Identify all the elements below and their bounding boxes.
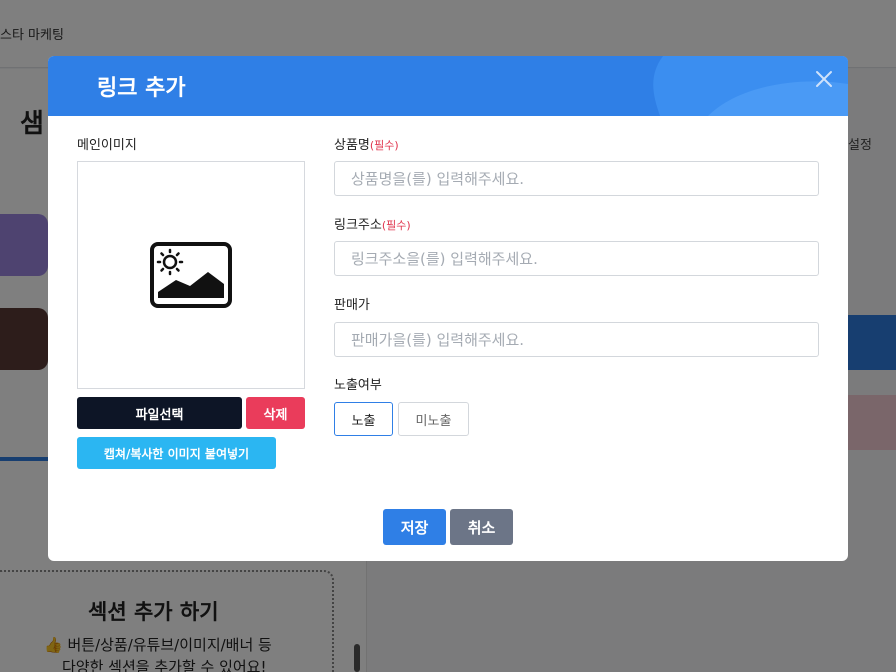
main-image-preview (77, 161, 305, 389)
link-add-modal: 링크 추가 메인이미지 파일선택 삭제 캡쳐/복사한 이미지 붙여넣기 상품명(… (48, 56, 848, 561)
product-name-input[interactable] (334, 161, 819, 196)
required-mark: (필수) (381, 219, 411, 232)
save-button[interactable]: 저장 (383, 509, 446, 545)
paste-image-button[interactable]: 캡쳐/복사한 이미지 붙여넣기 (77, 437, 276, 469)
required-mark: (필수) (369, 139, 399, 152)
modal-header: 링크 추가 (48, 56, 848, 116)
price-input[interactable] (334, 322, 819, 357)
delete-image-button[interactable]: 삭제 (246, 397, 305, 429)
close-icon[interactable] (812, 67, 836, 91)
link-url-input[interactable] (334, 241, 819, 276)
visibility-show-option[interactable]: 노출 (334, 402, 393, 436)
modal-title: 링크 추가 (97, 76, 186, 101)
visibility-hide-option[interactable]: 미노출 (398, 402, 469, 436)
product-name-label: 상품명(필수) (334, 134, 399, 153)
cancel-button[interactable]: 취소 (450, 509, 513, 545)
link-url-label: 링크주소(필수) (334, 214, 411, 233)
visibility-label: 노출여부 (334, 378, 382, 393)
price-label: 판매가 (334, 298, 370, 313)
image-placeholder-icon (150, 242, 232, 308)
main-image-label: 메인이미지 (77, 138, 137, 153)
file-select-button[interactable]: 파일선택 (77, 397, 242, 429)
product-name-label-text: 상품명 (334, 138, 370, 153)
link-url-label-text: 링크주소 (334, 218, 382, 233)
